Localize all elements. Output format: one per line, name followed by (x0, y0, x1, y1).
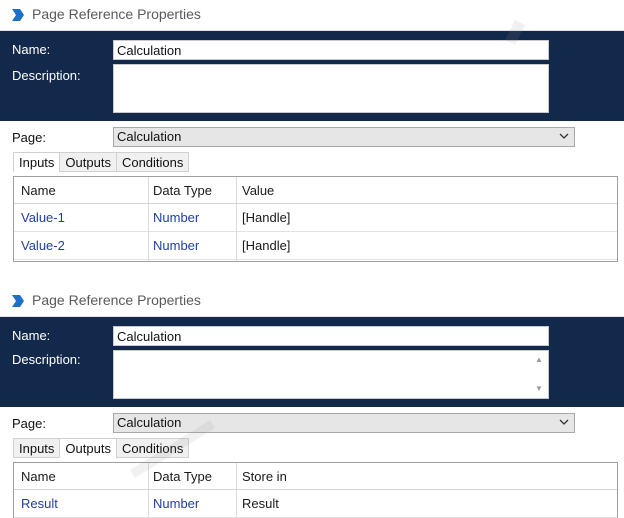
grid-header: Name Data Type Store in (14, 463, 617, 490)
description-label: Description: (12, 68, 81, 83)
name-label: Name: (12, 42, 51, 57)
row-value: [Handle] (242, 238, 291, 253)
column-header-data-type: Data Type (153, 469, 213, 484)
tab-conditions[interactable]: Conditions (115, 152, 190, 172)
column-header-data-type: Data Type (153, 183, 213, 198)
chevron-down-icon (559, 133, 569, 139)
description-box[interactable]: ▲ ▼ (113, 350, 549, 399)
page-dropdown[interactable]: Calculation (113, 413, 575, 433)
name-input[interactable] (113, 326, 549, 346)
name-label: Name: (12, 328, 51, 343)
tab-inputs[interactable]: Inputs (13, 438, 61, 458)
row-value: [Handle] (242, 210, 291, 225)
tab-inputs[interactable]: Inputs (13, 152, 61, 172)
tab-outputs[interactable]: Outputs (59, 152, 117, 172)
scroll-up-icon[interactable]: ▲ (535, 355, 543, 365)
dialog-title: Page Reference Properties (32, 6, 201, 22)
page-dropdown-value: Calculation (117, 129, 182, 144)
row-store-in: Result (242, 496, 279, 511)
column-header-store-in: Store in (242, 469, 287, 484)
row-name: Value-2 (21, 238, 65, 253)
page-label: Page: (12, 416, 46, 431)
page-dropdown-value: Calculation (117, 415, 182, 430)
column-header-name: Name (21, 183, 56, 198)
grid-header: Name Data Type Value (14, 177, 617, 204)
row-data-type: Number (153, 210, 200, 225)
row-data-type: Number (153, 496, 200, 511)
tab-outputs[interactable]: Outputs (59, 438, 117, 458)
description-textarea[interactable] (113, 64, 549, 113)
description-scrollbar[interactable]: ▲ ▼ (534, 355, 544, 394)
name-input[interactable] (113, 40, 549, 60)
properties-header: Name: Description: (0, 31, 624, 121)
tab-conditions[interactable]: Conditions (115, 438, 190, 458)
page-reference-properties-dialog-2: Page Reference Properties Name: Descript… (0, 286, 624, 518)
column-header-value: Value (242, 183, 275, 198)
page-dropdown[interactable]: Calculation (113, 127, 575, 147)
column-header-name: Name (21, 469, 56, 484)
title-bar: Page Reference Properties (0, 286, 624, 317)
row-name: Result (21, 496, 58, 511)
dialog-title: Page Reference Properties (32, 292, 201, 308)
tab-strip: Inputs Outputs Conditions (13, 152, 190, 172)
title-bar: Page Reference Properties (0, 0, 624, 31)
chevron-down-icon (559, 419, 569, 425)
row-name: Value-1 (21, 210, 65, 225)
tab-strip: Inputs Outputs Conditions (13, 438, 190, 458)
outputs-grid: Name Data Type Store in Result Number Re… (13, 462, 618, 518)
page-label: Page: (12, 130, 46, 145)
properties-header: Name: Description: ▲ ▼ (0, 317, 624, 407)
table-row[interactable]: Value-1 Number [Handle] (14, 204, 617, 232)
inputs-grid: Name Data Type Value Value-1 Number [Han… (13, 176, 618, 262)
blue-process-logo-icon (12, 9, 24, 21)
table-row[interactable]: Result Number Result (14, 490, 617, 518)
table-row[interactable]: Value-2 Number [Handle] (14, 232, 617, 260)
description-label: Description: (12, 352, 81, 367)
scroll-down-icon[interactable]: ▼ (535, 384, 543, 394)
page-reference-properties-dialog-1: Page Reference Properties Name: Descript… (0, 0, 624, 262)
row-data-type: Number (153, 238, 200, 253)
blue-process-logo-icon (12, 295, 24, 307)
